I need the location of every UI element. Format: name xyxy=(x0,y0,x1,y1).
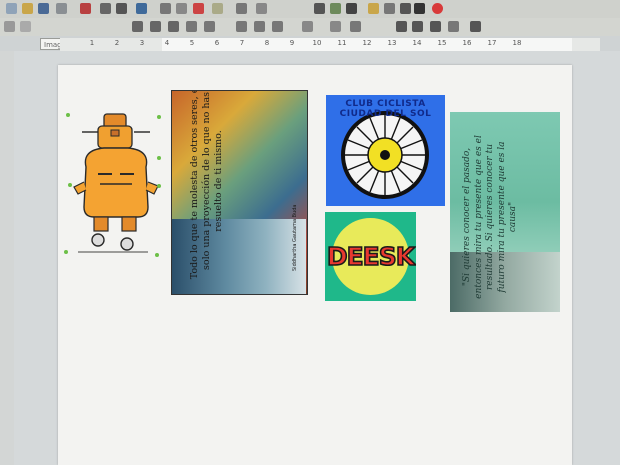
deesk-logo-image[interactable]: DEESK xyxy=(325,212,416,301)
wrap-page-icon[interactable] xyxy=(204,21,215,32)
ruler-tick: 7 xyxy=(239,39,245,47)
textbox-icon[interactable] xyxy=(368,3,379,14)
buddha-quote-author: Siddhartha Gautama Buda xyxy=(292,204,298,271)
table-icon[interactable] xyxy=(314,3,325,14)
selection-handle-w[interactable] xyxy=(68,183,72,187)
preview-icon[interactable] xyxy=(116,3,127,14)
frame-icon[interactable] xyxy=(330,21,341,32)
export-icon[interactable] xyxy=(56,3,67,14)
ruler-tick: 16 xyxy=(462,39,472,47)
bring-front-icon[interactable] xyxy=(254,21,265,32)
ruler-tick: 11 xyxy=(337,39,347,47)
ruler-tick: 18 xyxy=(512,39,522,47)
border-icon[interactable] xyxy=(302,21,313,32)
styles-icon[interactable] xyxy=(20,21,31,32)
selection-handle-ne[interactable] xyxy=(157,115,161,119)
ruler-tick: 13 xyxy=(387,39,397,47)
undo-icon[interactable] xyxy=(236,3,247,14)
buddha-quote-image[interactable]: Todo lo que te molesta de otros seres, e… xyxy=(171,90,308,295)
crop-icon[interactable] xyxy=(396,21,407,32)
ruler-tick: 1 xyxy=(89,39,95,47)
robot-drawing xyxy=(73,113,159,253)
selection-handle-e[interactable] xyxy=(157,156,161,160)
redo-icon[interactable] xyxy=(256,3,267,14)
anchor-icon[interactable] xyxy=(236,21,247,32)
image-mode-icon[interactable] xyxy=(430,21,441,32)
wrap-icon[interactable] xyxy=(186,21,197,32)
cut-icon[interactable] xyxy=(160,3,171,14)
ruler-tick: 14 xyxy=(412,39,422,47)
print-icon[interactable] xyxy=(100,3,111,14)
selection-handle-e2[interactable] xyxy=(157,184,161,188)
caption-icon[interactable] xyxy=(350,21,361,32)
past-future-quote-text: "Si quieres conocer el pasado, entonces … xyxy=(462,135,518,299)
ruler-tick: 15 xyxy=(437,39,447,47)
club-logo-text: CLUB CICLISTA CIUDAD DEL SOL xyxy=(339,99,432,119)
selection-handle-nw[interactable] xyxy=(66,113,70,117)
open-icon[interactable] xyxy=(22,3,33,14)
selection-handle-sw[interactable] xyxy=(64,250,68,254)
formatting-toolbar: Imagen xyxy=(0,18,620,50)
robot-image[interactable] xyxy=(68,112,162,257)
send-back-icon[interactable] xyxy=(272,21,283,32)
buddha-quote-text: Todo lo que te molesta de otros seres, e… xyxy=(189,90,224,280)
copy-icon[interactable] xyxy=(176,3,187,14)
filter-icon[interactable] xyxy=(412,21,423,32)
ruler-tick: 6 xyxy=(214,39,220,47)
vertical-ruler[interactable] xyxy=(0,51,14,465)
ruler-tick: 3 xyxy=(139,39,145,47)
ruler-tick: 8 xyxy=(264,39,270,47)
new-icon[interactable] xyxy=(6,3,17,14)
ruler-tick: 10 xyxy=(312,39,322,47)
club-logo-image[interactable]: CLUB CICLISTA CIUDAD DEL SOL xyxy=(326,95,445,206)
ruler-tick: 12 xyxy=(362,39,372,47)
pdf-icon[interactable] xyxy=(80,3,91,14)
image-icon[interactable] xyxy=(330,3,341,14)
horizontal-ruler[interactable]: 1 2 3 4 5 6 7 8 9 10 11 12 13 14 15 16 17 18 xyxy=(60,38,600,52)
clone-icon[interactable] xyxy=(212,3,223,14)
ruler-tick: 4 xyxy=(164,39,170,47)
stop-icon[interactable] xyxy=(432,3,443,14)
transparency-icon[interactable] xyxy=(448,21,459,32)
align-right-icon[interactable] xyxy=(168,21,179,32)
pagebreak-icon[interactable] xyxy=(384,3,395,14)
save-icon[interactable] xyxy=(38,3,49,14)
ruler-tick: 2 xyxy=(114,39,120,47)
special-char-icon[interactable] xyxy=(414,3,425,14)
field-icon[interactable] xyxy=(400,3,411,14)
past-future-quote-image[interactable]: "Si quieres conocer el pasado, entonces … xyxy=(450,112,560,312)
align-left-icon[interactable] xyxy=(132,21,143,32)
chart-icon[interactable] xyxy=(346,3,357,14)
ruler-tick: 17 xyxy=(487,39,497,47)
ruler-tick: 9 xyxy=(289,39,295,47)
align-center-icon[interactable] xyxy=(150,21,161,32)
rotate-icon[interactable] xyxy=(470,21,481,32)
navigator-icon[interactable] xyxy=(4,21,15,32)
standard-toolbar xyxy=(0,0,620,18)
deesk-logo-text: DEESK xyxy=(326,241,416,272)
selection-handle-se[interactable] xyxy=(155,253,159,257)
spellcheck-icon[interactable] xyxy=(136,3,147,14)
ruler-tick: 5 xyxy=(189,39,195,47)
paste-icon[interactable] xyxy=(193,3,204,14)
